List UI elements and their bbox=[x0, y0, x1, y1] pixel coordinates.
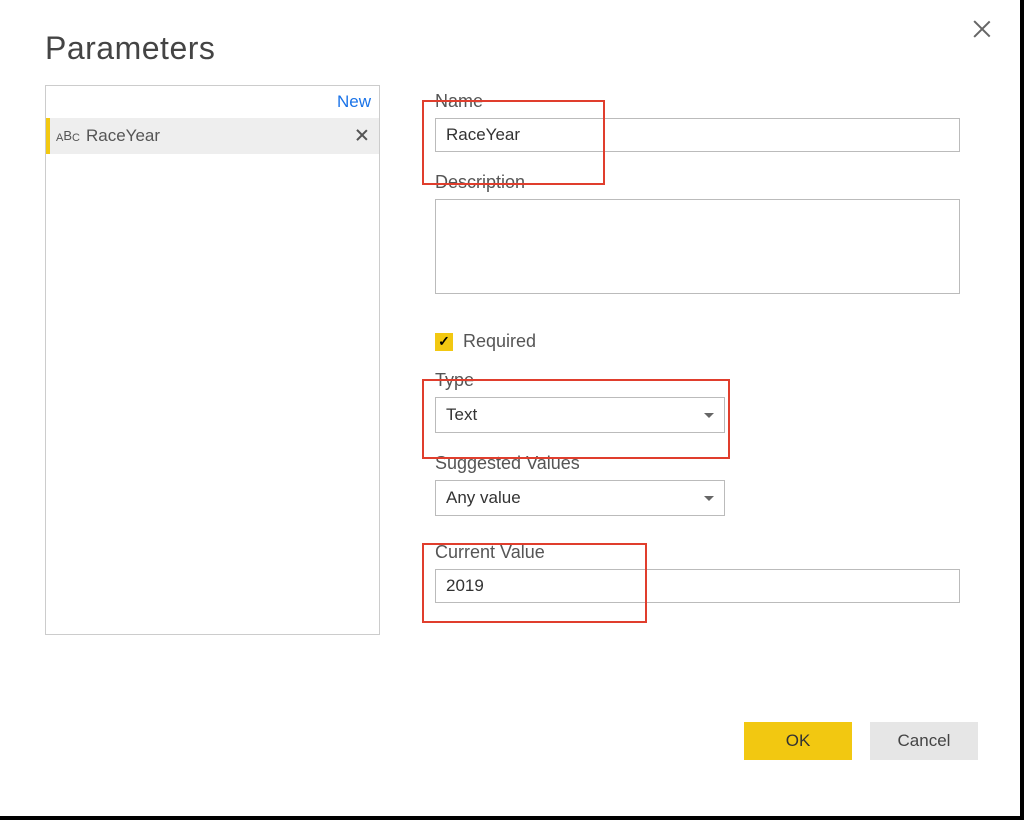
chevron-down-icon bbox=[704, 413, 714, 418]
remove-parameter-icon[interactable] bbox=[353, 127, 371, 145]
chevron-down-icon bbox=[704, 496, 714, 501]
description-field-block: Description bbox=[435, 172, 975, 299]
suggested-values-dropdown[interactable]: Any value bbox=[435, 480, 725, 516]
required-checkbox-row: ✓ Required bbox=[435, 331, 975, 352]
list-header: New bbox=[46, 86, 379, 118]
dialog-content: New ABC RaceYear Name Description ✓ Requ… bbox=[45, 85, 975, 635]
required-checkbox[interactable]: ✓ bbox=[435, 333, 453, 351]
current-value-field-block: Current Value bbox=[435, 542, 975, 603]
type-dropdown-value: Text bbox=[446, 405, 477, 425]
type-field-block: Type Text bbox=[435, 370, 975, 433]
type-dropdown[interactable]: Text bbox=[435, 397, 725, 433]
name-field-block: Name bbox=[435, 91, 975, 152]
type-label: Type bbox=[435, 370, 975, 391]
name-input[interactable] bbox=[435, 118, 960, 152]
new-parameter-link[interactable]: New bbox=[337, 92, 371, 112]
dialog-buttons: OK Cancel bbox=[744, 722, 978, 760]
parameters-list-panel: New ABC RaceYear bbox=[45, 85, 380, 635]
required-label: Required bbox=[463, 331, 536, 352]
description-label: Description bbox=[435, 172, 975, 193]
suggested-values-label: Suggested Values bbox=[435, 453, 975, 474]
current-value-label: Current Value bbox=[435, 542, 975, 563]
parameters-dialog: Parameters New ABC RaceYear Name Descrip… bbox=[0, 0, 1024, 820]
parameter-name: RaceYear bbox=[86, 126, 345, 146]
description-input[interactable] bbox=[435, 199, 960, 294]
dialog-title: Parameters bbox=[45, 30, 975, 67]
parameter-form: Name Description ✓ Required Type Text Su… bbox=[435, 85, 975, 635]
parameter-row[interactable]: ABC RaceYear bbox=[46, 118, 379, 154]
suggested-values-field-block: Suggested Values Any value bbox=[435, 453, 975, 516]
close-icon[interactable] bbox=[972, 20, 992, 40]
current-value-input[interactable] bbox=[435, 569, 960, 603]
suggested-values-value: Any value bbox=[446, 488, 521, 508]
ok-button[interactable]: OK bbox=[744, 722, 852, 760]
cancel-button[interactable]: Cancel bbox=[870, 722, 978, 760]
text-type-icon: ABC bbox=[56, 129, 78, 144]
name-label: Name bbox=[435, 91, 975, 112]
